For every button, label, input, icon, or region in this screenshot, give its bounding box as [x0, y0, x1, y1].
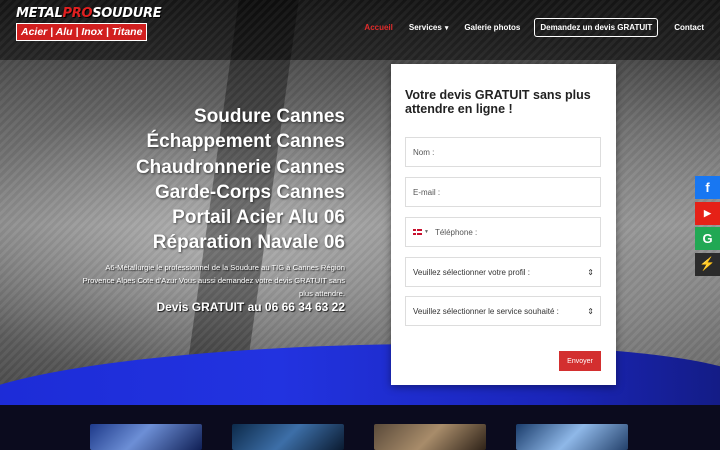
headline-chaudronnerie: Chaudronnerie Cannes [135, 156, 345, 178]
chevron-down-icon: ▼ [424, 229, 429, 235]
chevron-down-icon: ▾ [444, 24, 449, 32]
service-select[interactable]: Veuillez sélectionner le service souhait… [405, 296, 601, 326]
hero-phone-line: Devis GRATUIT au 06 66 34 63 22 [156, 300, 345, 314]
messenger-icon[interactable]: ⚡ [695, 252, 720, 276]
phone-field[interactable]: ▼ Téléphone : [405, 217, 601, 247]
form-title: Votre devis GRATUIT sans plus attendre e… [405, 88, 591, 116]
site-logo[interactable]: METALPROSOUDURE Acier | Alu | Inox | Tit… [16, 6, 162, 44]
logo-wordmark: METALPROSOUDURE [16, 6, 162, 21]
gallery-thumbnail[interactable] [232, 424, 344, 450]
site-header: METALPROSOUDURE Acier | Alu | Inox | Tit… [0, 0, 720, 50]
headline-garde-corps: Garde-Corps Cannes [154, 181, 345, 203]
social-sidebar: f ▶ G ⚡ [695, 176, 720, 278]
gallery-thumbnail[interactable] [516, 424, 628, 450]
hero-headlines: Soudure Cannes Échappement Cannes Chaudr… [136, 104, 345, 256]
google-icon[interactable]: G [695, 227, 720, 250]
headline-reparation-navale: Réparation Navale 06 [152, 232, 345, 254]
hero-intro-text: A6-Métallurgie le professionnel de la So… [82, 263, 345, 298]
name-field[interactable]: Nom : [405, 137, 601, 167]
email-field[interactable]: E-mail : [405, 177, 601, 207]
profile-select[interactable]: Veuillez sélectionner votre profil : ⇕ [405, 257, 601, 287]
nav-item-contact[interactable]: Contact [674, 23, 704, 32]
nav-item-accueil[interactable]: Accueil [364, 23, 392, 32]
nav-item-services[interactable]: Services ▾ [409, 23, 448, 32]
youtube-icon[interactable]: ▶ [695, 201, 720, 225]
country-flag-icon[interactable] [413, 229, 422, 235]
chevron-updown-icon: ⇕ [587, 306, 594, 316]
quote-form-card: Votre devis GRATUIT sans plus attendre e… [391, 64, 616, 385]
submit-button[interactable]: Envoyer [559, 351, 601, 371]
devis-gratuit-button[interactable]: Demandez un devis GRATUIT [534, 18, 659, 37]
headline-echappement: Échappement Cannes [146, 131, 346, 153]
facebook-icon[interactable]: f [695, 176, 720, 199]
nav-item-galerie[interactable]: Galerie photos [464, 23, 520, 32]
gallery-thumbnail[interactable] [374, 424, 486, 450]
headline-portail: Portail Acier Alu 06 [172, 207, 345, 229]
chevron-updown-icon: ⇕ [587, 267, 594, 277]
main-nav: Accueil Services ▾ Galerie photos Demande… [348, 18, 720, 37]
logo-tagline: Acier | Alu | Inox | Titane [16, 23, 148, 41]
gallery-thumbnail[interactable] [90, 424, 202, 450]
headline-soudure: Soudure Cannes [194, 106, 345, 127]
